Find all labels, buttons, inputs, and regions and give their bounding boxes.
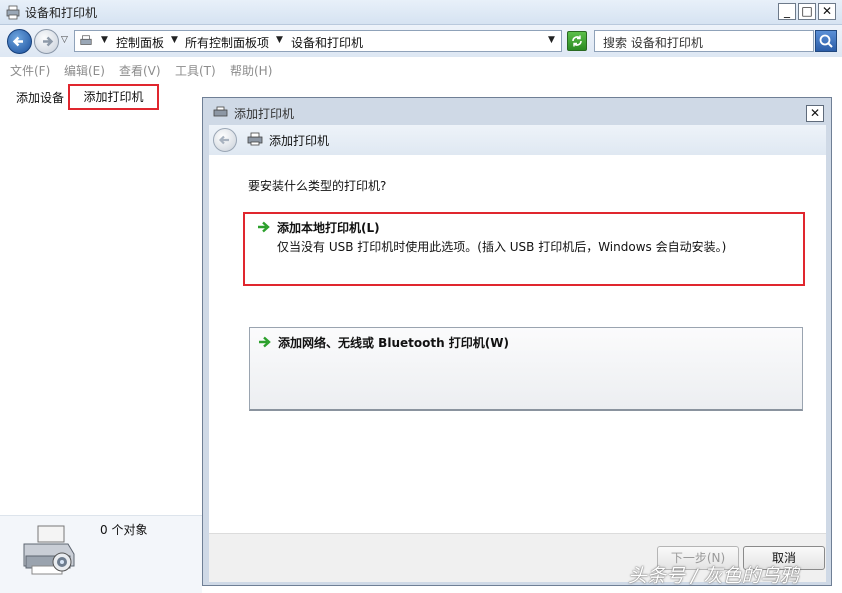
search-placeholder: 搜索 设备和打印机 [603,36,703,50]
breadcrumb-control-panel[interactable]: 控制面板 [116,34,164,51]
menu-tools[interactable]: 工具(T) [175,62,216,79]
address-toolbar: ▽ ▼ 控制面板 ▼ 所有控制面板项 ▼ 设备和打印机 ▼ 搜索 设备和打印机 [0,25,842,57]
add-printer-button[interactable]: 添加打印机 [68,84,159,110]
menu-bar: 文件(F) 编辑(E) 查看(V) 工具(T) 帮助(H) [0,58,842,80]
back-arrow-icon[interactable] [213,128,237,152]
add-printer-dialog: 添加打印机 ✕ 添加打印机 要安装什么类型的打印机? 添加本地打印机(L) 仅当… [202,97,832,586]
wizard-title: 添加打印机 [269,134,330,148]
back-arrow-icon[interactable] [7,29,32,54]
close-icon[interactable]: ✕ [806,105,824,122]
annotation-highlight-box [243,212,805,286]
menu-help[interactable]: 帮助(H) [230,62,272,79]
chevron-down-icon[interactable]: ▼ [171,35,178,45]
dialog-nav-bar: 添加打印机 [209,125,826,155]
wizard-question: 要安装什么类型的打印机? [248,179,387,193]
search-icon[interactable] [815,30,837,52]
printer-folder-icon [80,35,92,45]
menu-view[interactable]: 查看(V) [119,62,161,79]
chevron-down-icon[interactable]: ▼ [101,35,108,45]
add-network-printer-title: 添加网络、无线或 Bluetooth 打印机(W) [278,336,510,350]
refresh-icon[interactable] [567,31,587,51]
add-network-printer-option[interactable]: 添加网络、无线或 Bluetooth 打印机(W) [249,327,803,411]
add-device-button[interactable]: 添加设备 [16,89,64,106]
object-count: 0 个对象 [100,523,148,537]
breadcrumb-all-items[interactable]: 所有控制面板项 [185,34,269,51]
recent-pages-chevron-icon[interactable]: ▽ [61,35,68,45]
green-arrow-icon [259,336,271,348]
breadcrumb-devices-printers[interactable]: 设备和打印机 [291,34,363,51]
chevron-down-icon[interactable]: ▼ [276,35,283,45]
window-titlebar: 设备和打印机 _ □ ✕ [0,0,842,25]
forward-arrow-icon[interactable] [34,29,59,54]
close-button[interactable]: ✕ [818,3,836,20]
minimize-button[interactable]: _ [778,3,796,20]
menu-file[interactable]: 文件(F) [10,62,50,79]
maximize-button[interactable]: □ [798,3,816,20]
details-pane: 0 个对象 [0,515,202,593]
search-input[interactable]: 搜索 设备和打印机 [594,30,814,52]
address-dropdown-icon[interactable]: ▼ [548,35,555,45]
dialog-title: 添加打印机 [234,107,295,121]
window-title: 设备和打印机 [25,6,98,20]
printer-icon [23,525,75,575]
breadcrumb[interactable]: ▼ 控制面板 ▼ 所有控制面板项 ▼ 设备和打印机 ▼ [74,30,562,52]
printer-folder-icon [6,5,20,20]
printer-icon [247,132,263,146]
watermark-text: 头条号 / 灰色的乌鸦 [628,565,799,587]
menu-edit[interactable]: 编辑(E) [64,62,105,79]
printer-icon [213,106,228,117]
